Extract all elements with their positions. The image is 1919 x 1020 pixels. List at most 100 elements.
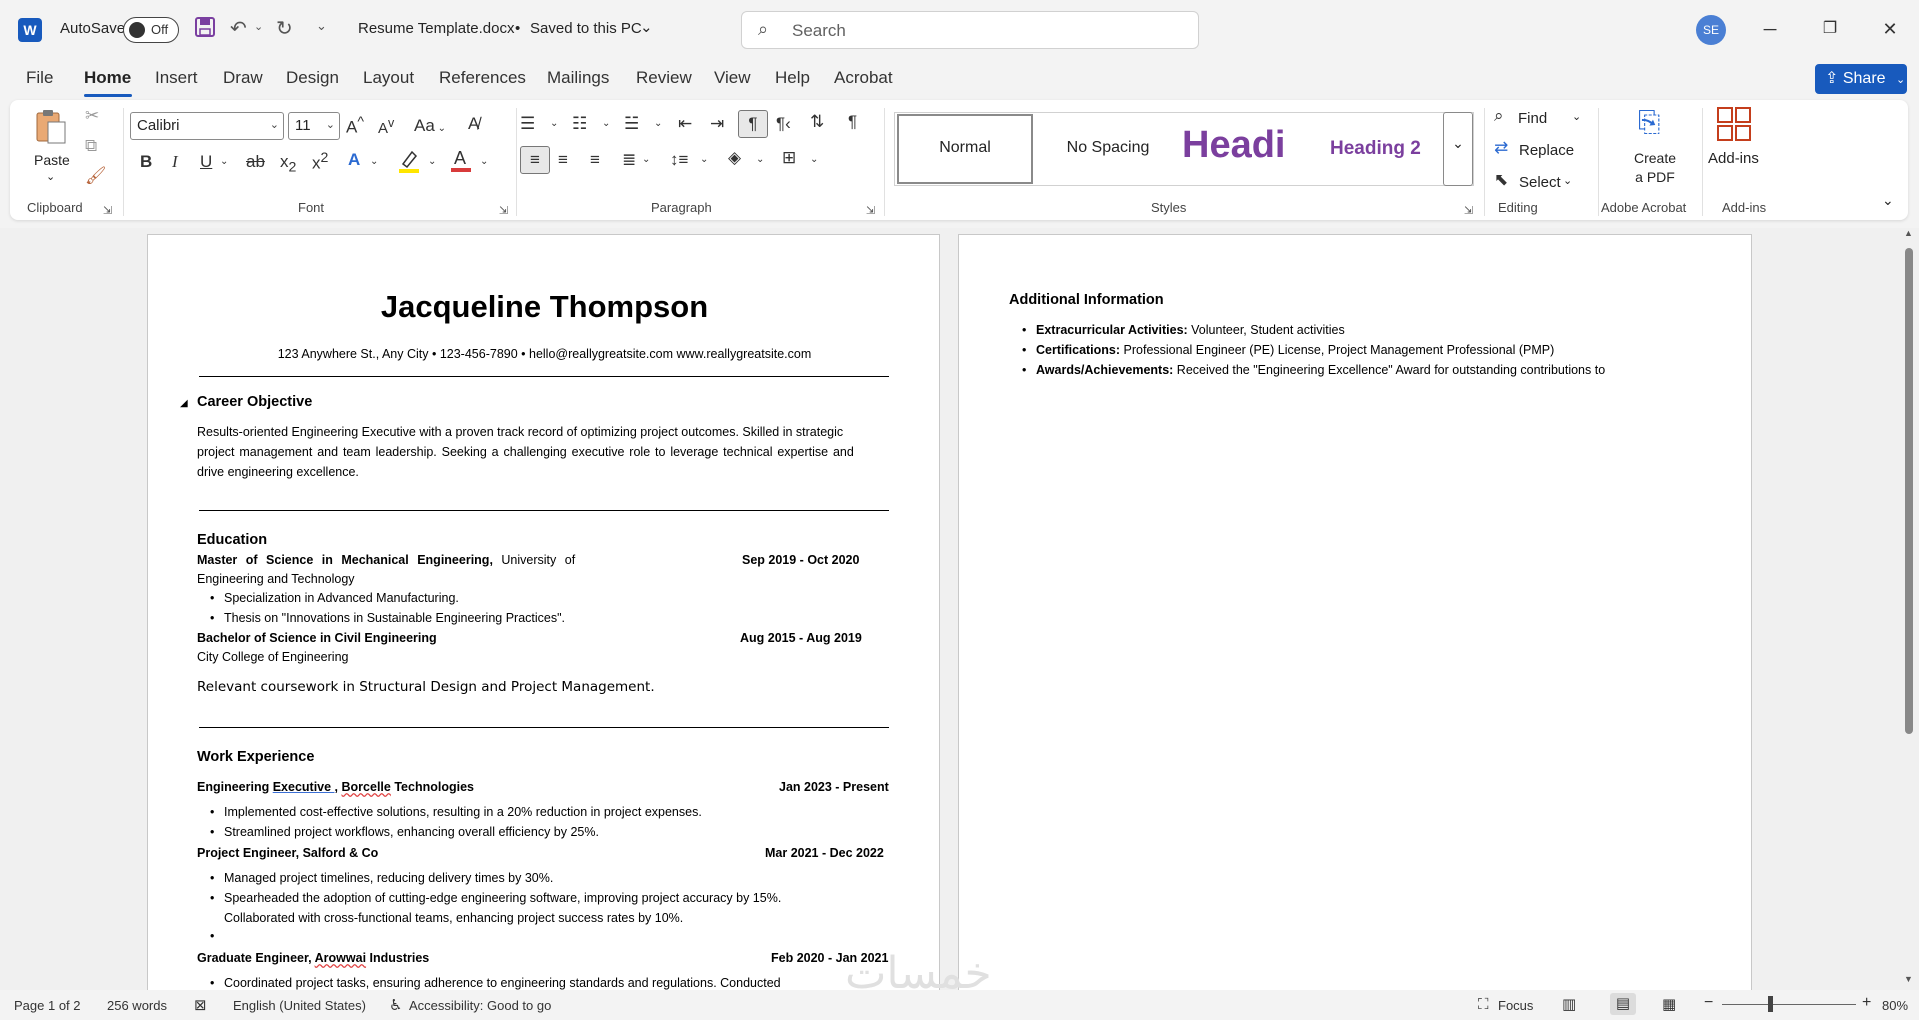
scrollbar-thumb[interactable] <box>1905 248 1913 734</box>
tab-help[interactable]: Help <box>775 68 810 88</box>
account-avatar[interactable]: SE <box>1696 15 1726 45</box>
minimize-icon[interactable]: ─ <box>1755 14 1785 44</box>
tab-view[interactable]: View <box>714 68 751 88</box>
style-heading-1[interactable]: Headi <box>1180 114 1310 184</box>
find-chevron-down-icon[interactable]: ⌄ <box>1572 110 1581 123</box>
increase-indent-icon[interactable]: ⇥ <box>710 114 724 134</box>
shading-icon[interactable]: ◈ <box>728 148 741 168</box>
style-normal[interactable]: Normal <box>897 114 1033 184</box>
zoom-slider-track[interactable] <box>1722 1004 1856 1005</box>
bold-icon[interactable]: B <box>140 152 152 172</box>
clear-formatting-icon[interactable]: A̸ <box>468 114 479 134</box>
proofing-icon[interactable]: ⊠ <box>194 996 207 1014</box>
sort-icon[interactable]: ⇅ <box>810 112 824 132</box>
paste-chevron-down-icon[interactable]: ⌄ <box>46 170 55 183</box>
tab-home[interactable]: Home <box>84 68 131 88</box>
multilevel-chevron-down-icon[interactable]: ⌄ <box>654 118 662 129</box>
bullets-icon[interactable]: ☰ <box>520 114 535 134</box>
scroll-up-icon[interactable]: ▲ <box>1904 228 1913 238</box>
font-size-box[interactable]: 11 ⌄ <box>288 112 340 140</box>
tab-insert[interactable]: Insert <box>155 68 198 88</box>
decrease-indent-icon[interactable]: ⇤ <box>678 114 692 134</box>
justify-icon[interactable]: ≣ <box>622 150 636 170</box>
create-pdf-icon[interactable]: ⎘ <box>1638 106 1660 139</box>
tab-draw[interactable]: Draw <box>223 68 263 88</box>
change-case-button[interactable]: Aa ⌄ <box>414 116 446 136</box>
line-spacing-chevron-down-icon[interactable]: ⌄ <box>700 154 708 165</box>
undo-icon[interactable]: ↶ <box>230 16 247 41</box>
subscript-icon[interactable]: x2 <box>280 152 296 175</box>
tab-review[interactable]: Review <box>636 68 692 88</box>
title-chevron-down-icon[interactable]: ⌄ <box>640 18 653 36</box>
align-left-icon[interactable]: ≡ <box>520 146 550 174</box>
zoom-level[interactable]: 80% <box>1882 998 1908 1013</box>
zoom-out-icon[interactable]: − <box>1704 994 1713 1012</box>
shrink-font-icon[interactable]: Av <box>378 116 394 137</box>
underline-icon[interactable]: U <box>200 152 212 172</box>
share-button[interactable]: ⇪ Share ⌄ <box>1815 64 1907 94</box>
customize-qat-icon[interactable]: ⌄ <box>316 18 327 34</box>
ribbon-collapse-icon[interactable]: ⌄ <box>1882 192 1894 209</box>
vertical-scrollbar[interactable]: ▲ ▼ <box>1902 228 1916 990</box>
read-mode-icon[interactable]: ▥ <box>1562 995 1576 1013</box>
focus-label[interactable]: Focus <box>1498 998 1533 1013</box>
styles-more-icon[interactable]: ⌄ <box>1443 112 1473 186</box>
superscript-icon[interactable]: x2 <box>312 150 328 174</box>
zoom-slider-thumb[interactable] <box>1768 996 1773 1012</box>
scroll-down-icon[interactable]: ▼ <box>1904 974 1913 984</box>
grow-font-icon[interactable]: A^ <box>346 114 364 138</box>
styles-launcher-icon[interactable]: ⇲ <box>1464 204 1473 217</box>
add-ins-button[interactable]: Add-ins <box>1708 150 1759 167</box>
line-spacing-icon[interactable]: ↕≡ <box>670 150 688 170</box>
tab-design[interactable]: Design <box>286 68 339 88</box>
show-formatting-icon[interactable]: ¶ <box>848 112 857 132</box>
find-button[interactable]: Find <box>1518 110 1547 127</box>
page-1[interactable]: Jacqueline Thompson 123 Anywhere St., An… <box>147 234 940 990</box>
tab-file[interactable]: File <box>26 68 53 88</box>
undo-dropdown-icon[interactable]: ⌄ <box>254 20 263 33</box>
select-icon[interactable]: ⬉ <box>1494 170 1508 190</box>
replace-button[interactable]: Replace <box>1519 142 1574 159</box>
borders-icon[interactable]: ⊞ <box>782 148 796 168</box>
paste-label[interactable]: Paste <box>34 152 70 168</box>
tab-layout[interactable]: Layout <box>363 68 414 88</box>
collapse-heading-icon[interactable]: ◢ <box>180 398 188 409</box>
numbering-icon[interactable]: ☷ <box>572 114 587 134</box>
web-layout-icon[interactable]: ▦ <box>1662 995 1676 1013</box>
redo-icon[interactable]: ↻ <box>276 16 293 41</box>
autosave-toggle[interactable]: Off <box>123 17 179 43</box>
italic-icon[interactable]: I <box>172 152 178 172</box>
multilevel-list-icon[interactable]: ☱ <box>624 114 639 134</box>
select-button[interactable]: Select <box>1519 174 1561 191</box>
font-color-chevron-down-icon[interactable]: ⌄ <box>480 156 488 167</box>
text-effects-icon[interactable]: A <box>348 150 360 170</box>
search-box[interactable]: ⌕ Search <box>741 11 1199 49</box>
copy-icon[interactable]: ⧉ <box>85 136 97 156</box>
bullets-chevron-down-icon[interactable]: ⌄ <box>550 118 558 129</box>
align-right-icon[interactable]: ≡ <box>590 150 600 170</box>
underline-chevron-down-icon[interactable]: ⌄ <box>220 156 228 167</box>
style-no-spacing[interactable]: No Spacing <box>1040 114 1176 184</box>
focus-icon[interactable]: ⛶ <box>1478 996 1489 1013</box>
add-ins-icon[interactable] <box>1716 106 1752 147</box>
create-pdf-label-2[interactable]: a PDF <box>1620 169 1690 185</box>
shading-chevron-down-icon[interactable]: ⌄ <box>756 154 764 165</box>
justify-chevron-down-icon[interactable]: ⌄ <box>642 154 650 165</box>
font-launcher-icon[interactable]: ⇲ <box>499 204 508 217</box>
word-count[interactable]: 256 words <box>107 998 167 1013</box>
cut-icon[interactable]: ✂ <box>85 106 99 126</box>
paragraph-launcher-icon[interactable]: ⇲ <box>866 204 875 217</box>
ltr-direction-icon[interactable]: ¶ <box>738 110 768 138</box>
restore-icon[interactable]: ❐ <box>1815 14 1845 44</box>
find-icon[interactable]: ⌕ <box>1494 106 1504 126</box>
tab-acrobat[interactable]: Acrobat <box>834 68 893 88</box>
font-name-box[interactable]: Calibri ⌄ <box>130 112 284 140</box>
print-layout-icon[interactable]: ▤ <box>1610 993 1636 1015</box>
clipboard-launcher-icon[interactable]: ⇲ <box>103 204 112 217</box>
align-center-icon[interactable]: ≡ <box>558 150 568 170</box>
accessibility-status[interactable]: Accessibility: Good to go <box>409 998 551 1013</box>
accessibility-icon[interactable]: ♿ <box>389 996 402 1014</box>
language[interactable]: English (United States) <box>233 998 366 1013</box>
document-title[interactable]: Resume Template.docx <box>358 20 514 37</box>
save-status[interactable]: Saved to this PC <box>530 20 642 37</box>
